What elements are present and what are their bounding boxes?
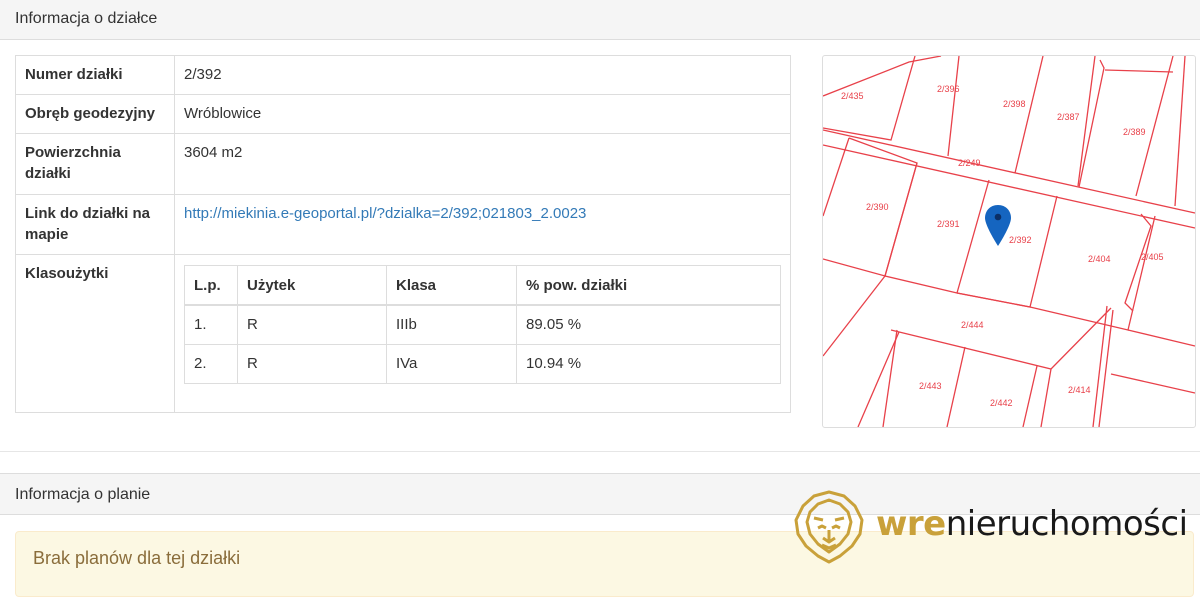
cell-pow: 10.94 % bbox=[516, 344, 781, 384]
parcel-label: 2/249 bbox=[958, 158, 981, 168]
logo-text-part2: nieruchomości bbox=[945, 504, 1188, 544]
alert-text: Brak planów dla tej działki bbox=[33, 548, 241, 568]
brand-logo: wrenieruchomości bbox=[792, 490, 1192, 564]
cell-uzytek: R bbox=[237, 344, 387, 384]
cell-uzytek: R bbox=[237, 304, 387, 345]
col-header-uzytek: Użytek bbox=[237, 265, 387, 306]
panel-title-plan: Informacja o planie bbox=[15, 486, 151, 503]
col-header-klasa: Klasa bbox=[386, 265, 517, 306]
parcel-label: 2/389 bbox=[1123, 127, 1146, 137]
parcel-label: 2/392 bbox=[1009, 235, 1032, 245]
logo-text-part1: wre bbox=[876, 504, 946, 544]
table-row: Link do działki na mapie http://miekinia… bbox=[15, 194, 791, 255]
col-header-pow: % pow. działki bbox=[516, 265, 781, 306]
obreb-value: Wróblowice bbox=[174, 94, 791, 134]
obreb-label: Obręb geodezyjny bbox=[15, 94, 175, 134]
numer-value: 2/392 bbox=[174, 55, 791, 95]
parcel-label: 2/442 bbox=[990, 398, 1013, 408]
table-header-row: L.p. Użytek Klasa % pow. działki bbox=[184, 265, 781, 306]
cell-lp: 1. bbox=[184, 304, 238, 345]
table-row: Klasoużytki L.p. Użytek Klasa % pow. dzi… bbox=[15, 254, 791, 413]
parcel-label: 2/391 bbox=[937, 219, 960, 229]
parcel-label: 2/444 bbox=[961, 320, 984, 330]
cell-klasa: IIIb bbox=[386, 304, 517, 345]
panel-title-dzialka: Informacja o działce bbox=[15, 10, 158, 27]
parcel-label: 2/405 bbox=[1141, 252, 1164, 262]
klasouzytki-label: Klasoużytki bbox=[15, 254, 175, 413]
link-label: Link do działki na mapie bbox=[15, 194, 175, 255]
table-row: 2. R IVa 10.94 % bbox=[184, 344, 781, 384]
cell-lp: 2. bbox=[184, 344, 238, 384]
col-header-lp: L.p. bbox=[184, 265, 238, 306]
parcel-label: 2/443 bbox=[919, 381, 942, 391]
parcel-label: 2/398 bbox=[1003, 99, 1026, 109]
table-row: Numer działki 2/392 bbox=[15, 55, 791, 95]
table-row: Obręb geodezyjny Wróblowice bbox=[15, 94, 791, 134]
parcel-map[interactable]: 2/435 2/396 2/398 2/387 2/389 2/249 2/39… bbox=[822, 55, 1196, 428]
parcel-label: 2/387 bbox=[1057, 112, 1080, 122]
parcel-map-link[interactable]: http://miekinia.e-geoportal.pl/?dzialka=… bbox=[184, 205, 586, 222]
parcel-label: 2/414 bbox=[1068, 385, 1091, 395]
table-row: 1. R IIIb 89.05 % bbox=[184, 304, 781, 345]
parcel-label: 2/404 bbox=[1088, 254, 1111, 264]
cell-klasa: IVa bbox=[386, 344, 517, 384]
cell-pow: 89.05 % bbox=[516, 304, 781, 345]
powierzchnia-value: 3604 m2 bbox=[174, 133, 791, 195]
divider bbox=[0, 451, 1200, 452]
parcel-label: 2/396 bbox=[937, 84, 960, 94]
lion-logo-icon bbox=[794, 490, 864, 564]
panel-heading-dzialka: Informacja o działce bbox=[0, 0, 1200, 40]
map-marker-icon[interactable] bbox=[985, 205, 1011, 246]
land-use-table: L.p. Użytek Klasa % pow. działki 1. R II… bbox=[184, 265, 781, 384]
parcel-label: 2/390 bbox=[866, 202, 889, 212]
powierzchnia-label: Powierzchnia działki bbox=[15, 133, 175, 195]
numer-label: Numer działki bbox=[15, 55, 175, 95]
table-row: Powierzchnia działki 3604 m2 bbox=[15, 133, 791, 195]
parcel-label: 2/435 bbox=[841, 91, 864, 101]
parcel-info-table: Numer działki 2/392 Obręb geodezyjny Wró… bbox=[15, 55, 791, 413]
